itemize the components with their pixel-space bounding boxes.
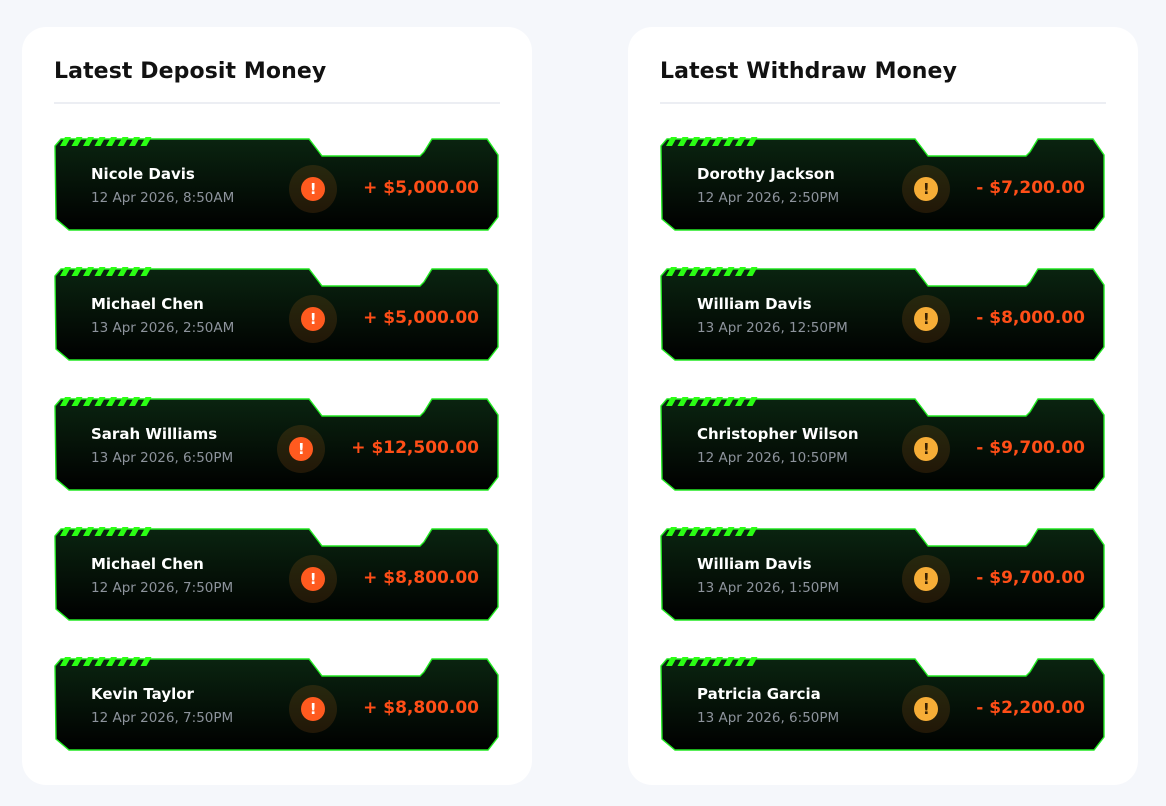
- transaction-amount: + $5,000.00: [363, 178, 479, 198]
- transaction-date: 12 Apr 2026, 2:50PM: [697, 190, 840, 206]
- transaction-date: 13 Apr 2026, 6:50PM: [91, 450, 234, 466]
- deposit-transaction-card[interactable]: Sarah Williams 13 Apr 2026, 6:50PM! + $12,…: [54, 397, 500, 492]
- alert-button[interactable]: !: [902, 165, 951, 213]
- deposit-transaction-card[interactable]: Michael Chen 13 Apr 2026, 2:50AM! + $5,000…: [54, 267, 500, 362]
- exclamation-icon: !: [914, 697, 939, 721]
- withdraw-panel-title: Latest Withdraw Money: [660, 59, 958, 84]
- alert-button[interactable]: !: [289, 555, 338, 603]
- alert-button[interactable]: !: [902, 555, 951, 603]
- alert-button[interactable]: !: [902, 425, 951, 473]
- transaction-date: 13 Apr 2026, 1:50PM: [697, 580, 840, 596]
- customer-name: Nicole Davis: [91, 165, 195, 183]
- transaction-amount: - $8,000.00: [976, 308, 1085, 328]
- transaction-date: 12 Apr 2026, 8:50AM: [91, 190, 235, 206]
- transaction-amount: + $5,000.00: [363, 308, 479, 328]
- alert-button[interactable]: !: [902, 295, 951, 343]
- exclamation-icon: !: [301, 567, 326, 591]
- transaction-date: 12 Apr 2026, 7:50PM: [91, 710, 234, 726]
- exclamation-icon: !: [301, 307, 326, 331]
- withdraw-transaction-card[interactable]: William Davis 13 Apr 2026, 12:50PM! - $8,0…: [660, 267, 1106, 362]
- transaction-date: 13 Apr 2026, 6:50PM: [697, 710, 840, 726]
- transaction-amount: - $7,200.00: [976, 178, 1085, 198]
- exclamation-icon: !: [914, 177, 939, 201]
- transaction-amount: + $8,800.00: [363, 698, 479, 718]
- withdraw-transaction-card[interactable]: Dorothy Jackson 12 Apr 2026, 2:50PM! - $7,…: [660, 137, 1106, 232]
- transaction-date: 12 Apr 2026, 7:50PM: [91, 580, 234, 596]
- deposit-transaction-card[interactable]: Michael Chen 12 Apr 2026, 7:50PM! + $8,800…: [54, 527, 500, 622]
- deposit-transaction-card[interactable]: Kevin Taylor 12 Apr 2026, 7:50PM! + $8,800…: [54, 657, 500, 752]
- alert-button[interactable]: !: [289, 295, 338, 343]
- alert-button[interactable]: !: [902, 685, 951, 733]
- transaction-amount: - $2,200.00: [976, 698, 1085, 718]
- customer-name: Kevin Taylor: [91, 685, 194, 703]
- exclamation-icon: !: [914, 567, 939, 591]
- alert-button[interactable]: !: [277, 425, 326, 473]
- withdraw-transaction-card[interactable]: William Davis 13 Apr 2026, 1:50PM! - $9,70…: [660, 527, 1106, 622]
- transaction-amount: + $12,500.00: [351, 438, 479, 458]
- customer-name: Michael Chen: [91, 555, 204, 573]
- withdraw-transaction-card[interactable]: Patricia Garcia 13 Apr 2026, 6:50PM! - $2,…: [660, 657, 1106, 752]
- exclamation-icon: !: [914, 307, 939, 331]
- deposit-panel-title: Latest Deposit Money: [54, 59, 327, 84]
- transaction-date: 13 Apr 2026, 2:50AM: [91, 320, 235, 336]
- transaction-date: 13 Apr 2026, 12:50PM: [697, 320, 848, 336]
- deposit-transaction-card[interactable]: Nicole Davis 12 Apr 2026, 8:50AM! + $5,000…: [54, 137, 500, 232]
- withdraw-transaction-card[interactable]: Christopher Wilson 12 Apr 2026, 10:50PM! -…: [660, 397, 1106, 492]
- transaction-date: 12 Apr 2026, 10:50PM: [697, 450, 848, 466]
- customer-name: Patricia Garcia: [697, 685, 821, 703]
- customer-name: William Davis: [697, 295, 812, 313]
- exclamation-icon: !: [301, 177, 326, 201]
- customer-name: Christopher Wilson: [697, 425, 859, 443]
- transaction-amount: + $8,800.00: [363, 568, 479, 588]
- exclamation-icon: !: [301, 697, 326, 721]
- transaction-amount: - $9,700.00: [976, 438, 1085, 458]
- customer-name: Sarah Williams: [91, 425, 218, 443]
- withdraw-panel: Latest Withdraw Money Dorothy Jackson 12 …: [628, 27, 1138, 785]
- customer-name: William Davis: [697, 555, 812, 573]
- customer-name: Michael Chen: [91, 295, 204, 313]
- deposit-panel: Latest Deposit Money Nicole Davis 12 Apr …: [22, 27, 532, 785]
- exclamation-icon: !: [914, 437, 939, 461]
- divider: [660, 102, 1106, 104]
- alert-button[interactable]: !: [289, 165, 338, 213]
- customer-name: Dorothy Jackson: [697, 165, 835, 183]
- exclamation-icon: !: [289, 437, 314, 461]
- transaction-amount: - $9,700.00: [976, 568, 1085, 588]
- alert-button[interactable]: !: [289, 685, 338, 733]
- divider: [54, 102, 500, 104]
